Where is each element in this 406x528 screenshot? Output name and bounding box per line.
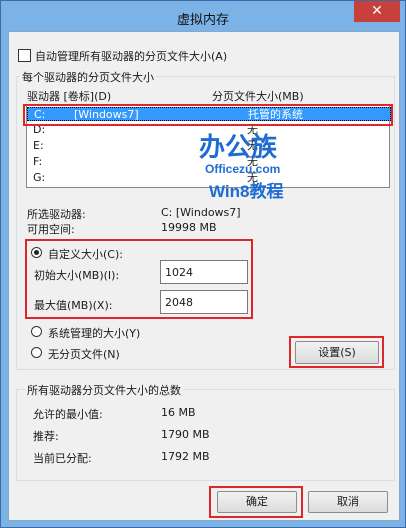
- drives-group-label: 每个驱动器的分页文件大小: [20, 69, 156, 85]
- close-button[interactable]: ✕: [354, 1, 400, 22]
- drive-letter: G:: [33, 171, 46, 184]
- auto-manage-checkbox[interactable]: [18, 49, 31, 62]
- dialog-body: 自动管理所有驱动器的分页文件大小(A) 每个驱动器的分页文件大小 驱动器 [卷标…: [8, 31, 400, 521]
- highlight-ok-button: [209, 486, 303, 518]
- allocated-label: 当前已分配:: [33, 452, 92, 465]
- free-space-value: 19998 MB: [161, 221, 217, 234]
- selected-drive-value: C: [Windows7]: [161, 206, 241, 219]
- watermark-tutorial: Win8教程: [209, 182, 284, 201]
- system-managed-radio[interactable]: [31, 326, 42, 337]
- recommended-value: 1790 MB: [161, 428, 210, 441]
- watermark-url: Officezu.com: [205, 162, 281, 176]
- window-title: 虚拟内存: [176, 13, 229, 28]
- drive-letter: F:: [33, 155, 43, 168]
- allocated-value: 1792 MB: [161, 450, 210, 463]
- cancel-button[interactable]: 取消: [308, 491, 388, 513]
- free-space-label: 可用空间:: [27, 223, 75, 236]
- highlight-custom-size: [25, 239, 253, 319]
- watermark-logo: 办公族: [199, 132, 278, 162]
- no-paging-file-label[interactable]: 无分页文件(N): [48, 346, 120, 362]
- column-header-drive: 驱动器 [卷标](D): [27, 90, 112, 103]
- selected-drive-label: 所选驱动器:: [27, 208, 86, 221]
- drive-letter: E:: [33, 139, 44, 152]
- virtual-memory-dialog: 虚拟内存 ✕ 自动管理所有驱动器的分页文件大小(A) 每个驱动器的分页文件大小 …: [0, 0, 406, 528]
- no-paging-file-radio[interactable]: [31, 347, 42, 358]
- min-allowed-label: 允许的最小值:: [33, 408, 103, 421]
- highlight-selected-drive: [23, 104, 393, 126]
- title-bar[interactable]: 虚拟内存 ✕: [1, 1, 405, 31]
- highlight-set-button: [289, 336, 384, 368]
- column-header-size: 分页文件大小(MB): [212, 90, 304, 103]
- min-allowed-value: 16 MB: [161, 406, 196, 419]
- recommended-label: 推荐:: [33, 430, 59, 443]
- auto-manage-label[interactable]: 自动管理所有驱动器的分页文件大小(A): [35, 48, 227, 64]
- totals-group-label: 所有驱动器分页文件大小的总数: [25, 382, 183, 398]
- system-managed-label[interactable]: 系统管理的大小(Y): [48, 325, 140, 341]
